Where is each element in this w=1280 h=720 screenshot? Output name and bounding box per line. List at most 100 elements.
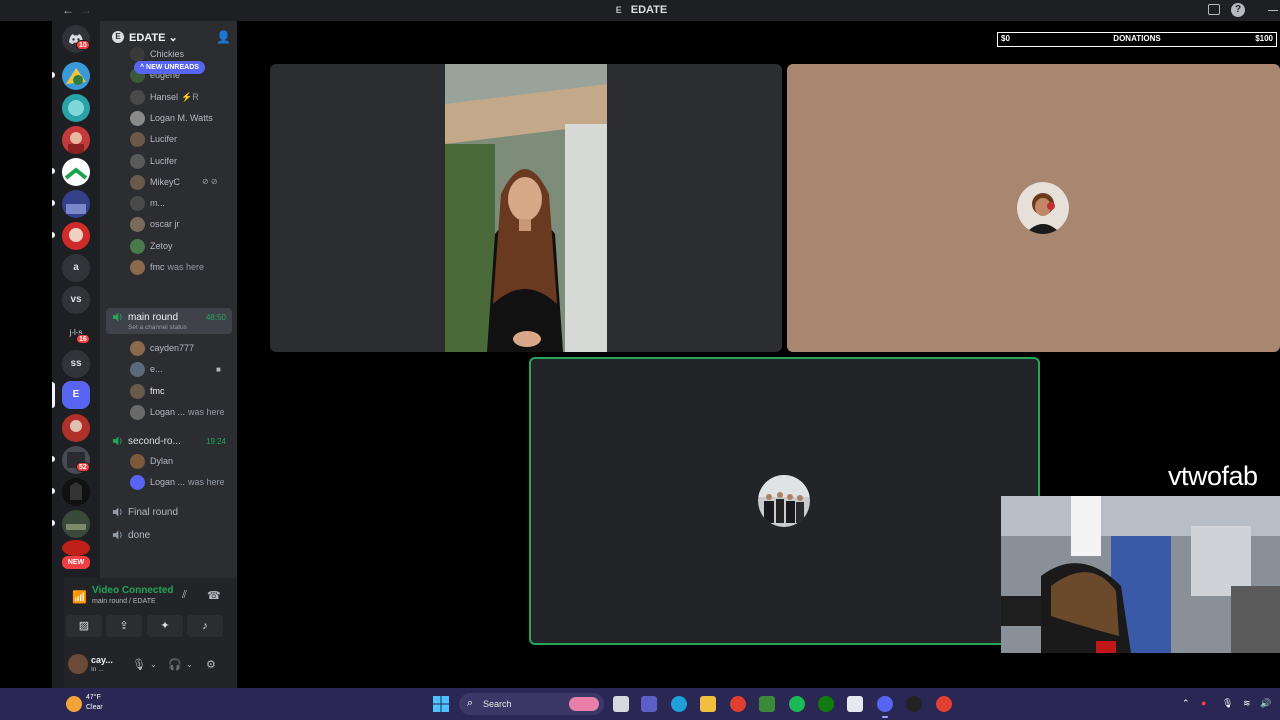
server-icon-4[interactable] [62,158,90,186]
voice-member[interactable]: Hansel ⚡R [100,87,237,107]
new-servers-pill[interactable]: NEW [62,556,90,569]
weather-condition[interactable]: Clear [86,704,103,711]
tray-microphone-icon[interactable]: 🎙 [1222,698,1233,709]
voice-status-subtitle[interactable]: main round / EDATE [92,598,156,605]
teams-icon[interactable] [641,696,657,712]
channel-name: second-ro... [128,436,181,447]
voice-member[interactable]: Zetoy [100,236,237,256]
voice-member[interactable]: Lucifer [100,129,237,149]
server-icon-ss[interactable]: ss [62,350,90,378]
voice-status-title[interactable]: Video Connected [92,585,174,596]
chevron-down-icon[interactable]: ⌄ [150,660,157,669]
server-icon-6[interactable] [62,222,90,250]
voice-channel-main-round[interactable]: main round 48:50 Set a channel status [106,308,232,334]
member-name-row: Lucifer [150,134,180,144]
member-note: was here [167,262,205,272]
voice-channel-final-round[interactable]: Final round [106,503,232,523]
member-name-row: fmc [150,386,168,396]
microphone-icon[interactable]: 🎙 [132,658,146,671]
user-panel: cay... In ... 🎙 ⌄ 🎧 ⌄ ⚙ [64,644,237,688]
voice-member[interactable]: Logan ... was here [100,472,237,492]
server-icon-11[interactable] [62,510,90,538]
windows-start-icon[interactable] [433,696,449,712]
username[interactable]: cay... [91,655,113,665]
voice-member[interactable]: fmc [100,381,237,401]
voice-channel-done[interactable]: done [106,526,232,546]
voice-member[interactable]: fmc was here [100,257,237,277]
server-icon-5[interactable] [62,190,90,218]
participant-avatar [1017,182,1069,234]
new-unreads-banner[interactable]: ^ NEW UNREADS [134,61,205,74]
weather-temperature[interactable]: 47°F [86,694,101,701]
server-mini-icon: E [615,5,622,15]
edge-icon[interactable] [671,696,687,712]
member-name-row: Zetoy [150,241,176,251]
file-explorer-icon[interactable] [700,696,716,712]
server-icon-vs[interactable]: vs [62,286,90,314]
voice-member[interactable]: oscar jr [100,214,237,234]
channel-status[interactable]: Set a channel status [128,324,187,331]
voice-member[interactable]: cayden777 [100,338,237,358]
activities-button[interactable]: ✦ [147,615,183,637]
discord-taskbar-icon[interactable] [877,696,893,712]
server-icon-8[interactable] [62,414,90,442]
tray-recording-icon[interactable]: ● [1201,698,1206,708]
minimize-icon[interactable] [1268,10,1278,11]
xbox-icon[interactable] [818,696,834,712]
server-icon-1[interactable] [62,62,90,90]
member-name: Lucifer [150,134,178,145]
chrome-icon[interactable] [730,696,746,712]
server-icon-3[interactable] [62,126,90,154]
avatar [130,260,145,275]
speaker-icon [112,436,122,446]
member-name-row: e... [150,364,166,374]
avatar [130,362,145,378]
disconnect-icon[interactable]: ☎ [207,589,221,602]
voice-connection-panel: 📶 Video Connected main round / EDATE ⫽ ☎… [64,578,237,644]
tray-wifi-icon[interactable]: ≋ [1243,698,1251,709]
member-name-row: MikeyC [150,177,183,187]
voice-member[interactable]: Dylan [100,451,237,471]
noise-suppression-icon[interactable]: ⫽ [182,589,187,602]
screen-share-button[interactable]: ⇪ [106,615,142,637]
store-icon[interactable] [847,696,863,712]
taskbar-search-box[interactable]: ⌕ Search [459,693,604,715]
minecraft-icon[interactable] [759,696,775,712]
server-icon-2[interactable] [62,94,90,122]
participant-avatar [758,475,810,527]
weather-icon[interactable] [66,696,82,712]
chrome-profile-icon[interactable] [936,696,952,712]
server-icon-10[interactable] [62,478,90,506]
add-user-icon[interactable]: 👤 [216,30,231,44]
chevron-down-icon[interactable]: ⌄ [186,660,193,669]
inbox-icon[interactable] [1208,4,1220,15]
member-name-row: cayden777 [150,343,197,353]
camera-off-button[interactable]: ▨ [66,615,102,637]
task-view-icon[interactable] [613,696,629,712]
voice-member[interactable]: Logan M. Watts [100,108,237,128]
voice-member[interactable]: m... [100,193,237,213]
avatar[interactable] [68,654,88,674]
streamer-webcam-feed [1001,496,1280,653]
search-highlight-icon [569,697,599,711]
voice-member[interactable]: Logan ... was here [100,402,237,422]
help-icon[interactable]: ? [1231,3,1245,17]
soundboard-button[interactable]: ♪ [187,615,223,637]
spotify-icon[interactable] [789,696,805,712]
voice-member[interactable]: Lucifer [100,151,237,171]
window-title: E EDATE [0,4,1280,16]
server-icon-a[interactable]: a [62,254,90,282]
voice-channel-second-round[interactable]: second-ro... 19:24 [106,432,232,452]
signal-icon[interactable]: 📶 [72,590,87,604]
server-icon-12[interactable] [62,540,90,556]
server-name: EDATE ⌄ [129,31,178,44]
donations-max: $100 [1255,34,1273,43]
donations-label: DONATIONS [1113,34,1161,43]
member-name-row: m... [150,198,168,208]
headphones-icon[interactable]: 🎧 [168,658,182,671]
tray-overflow-icon[interactable]: ⌃ [1182,698,1190,709]
obs-icon[interactable] [906,696,922,712]
server-icon-edate[interactable]: E [62,381,90,409]
settings-gear-icon[interactable]: ⚙ [206,658,216,671]
tray-volume-icon[interactable]: 🔊 [1260,698,1271,709]
